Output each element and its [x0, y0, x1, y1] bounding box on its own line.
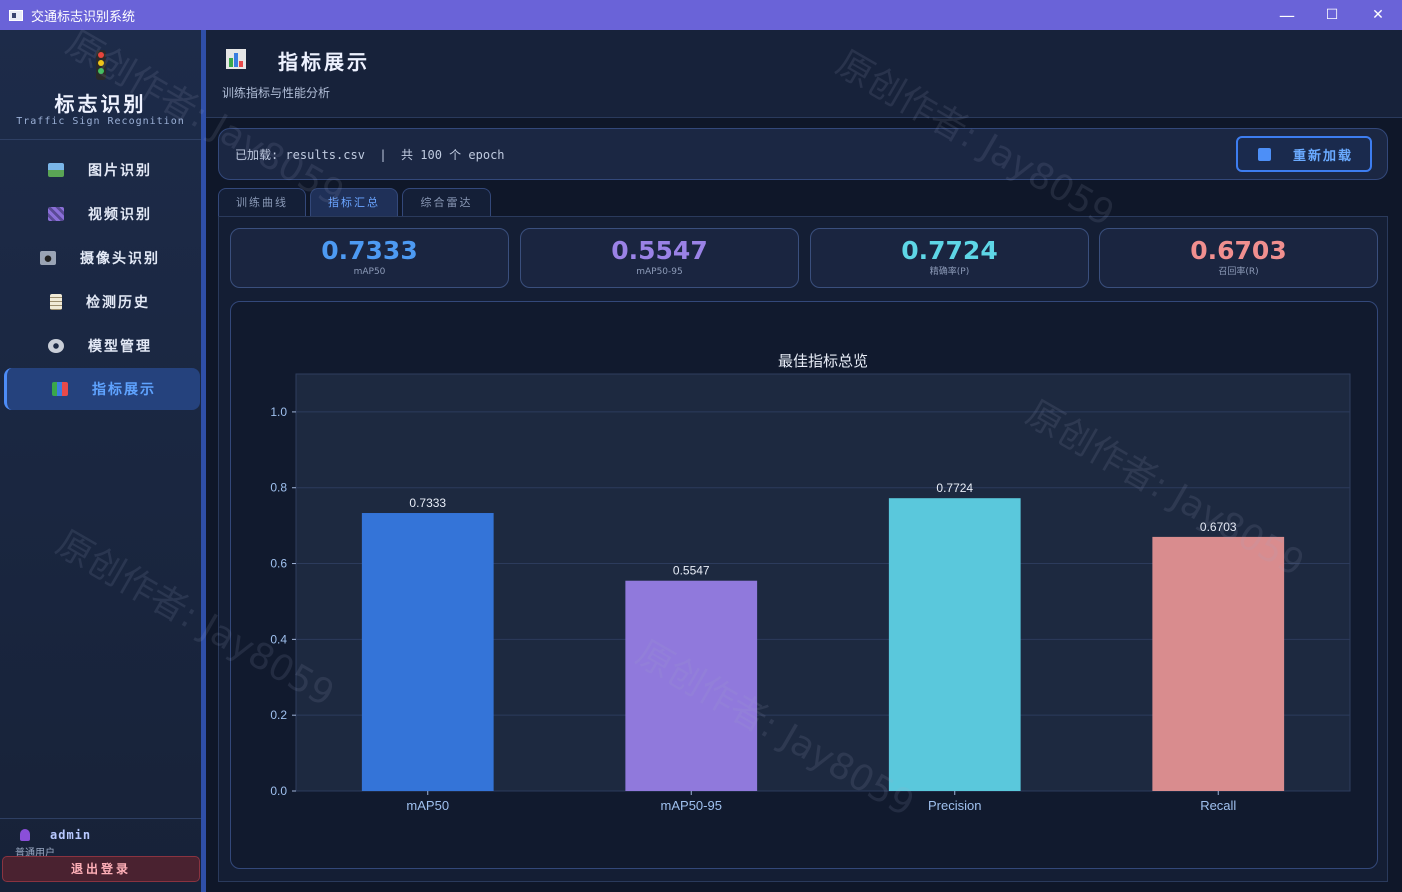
- y-tick-label: 0.0: [270, 784, 287, 798]
- tab-panel: 0.7333 mAP50 0.5547 mAP50-95 0.7724 精确率(…: [218, 216, 1388, 882]
- metric-value: 0.7724: [901, 236, 998, 265]
- x-tick-label: Precision: [928, 798, 981, 813]
- x-tick-label: Recall: [1200, 798, 1236, 813]
- y-tick-label: 0.6: [270, 557, 287, 571]
- metric-value: 0.7333: [321, 236, 418, 265]
- bar-recall: [1152, 536, 1285, 791]
- y-tick-label: 0.8: [270, 481, 287, 495]
- camera-icon: [40, 251, 56, 265]
- clapper-icon: [48, 207, 64, 221]
- x-axis: mAP50 mAP50-95 Precision Recall: [406, 791, 1236, 813]
- refresh-icon: [1258, 147, 1271, 161]
- bar-value-label: 0.6703: [1200, 520, 1237, 534]
- x-tick-label: mAP50: [406, 798, 449, 813]
- chart-container: 最佳指标总览 0.0 0.2 0.4 0.6 0.8 1.0 0.7333 0.5547 0.…: [230, 301, 1378, 869]
- metric-label: mAP50: [353, 267, 386, 277]
- tab-training-curves[interactable]: 训练曲线: [218, 188, 306, 216]
- bar-chart-icon: [226, 49, 246, 69]
- page-subtitle: 训练指标与性能分析: [222, 86, 331, 100]
- reload-button[interactable]: 重新加载: [1236, 136, 1372, 172]
- reload-label: 重新加载: [1293, 148, 1354, 164]
- metric-value: 0.5547: [611, 236, 708, 265]
- sidebar-item-label: 摄像头识别: [80, 251, 160, 267]
- bar-chart: 最佳指标总览 0.0 0.2 0.4 0.6 0.8 1.0 0.7333 0.5547 0.…: [270, 353, 1351, 813]
- app-icon: [9, 9, 23, 21]
- bar-map50-95: [625, 580, 758, 791]
- window-titlebar: 交通标志识别系统 — ☐ ✕: [0, 0, 1402, 30]
- image-icon: [48, 163, 64, 177]
- y-axis: 0.0 0.2 0.4 0.6 0.8 1.0: [270, 405, 296, 798]
- page-title: 指标展示: [278, 50, 370, 74]
- sidebar-item-label: 检测历史: [86, 295, 150, 311]
- sidebar-item-metrics[interactable]: 指标展示: [4, 368, 200, 410]
- sidebar: 标志识别 Traffic Sign Recognition 图片识别 视频识别 …: [0, 30, 206, 892]
- sidebar-item-video-recognition[interactable]: 视频识别: [4, 194, 200, 234]
- bar-value-label: 0.7333: [409, 496, 446, 510]
- y-tick-label: 0.2: [270, 708, 287, 722]
- metric-card-precision: 0.7724 精确率(P): [810, 228, 1089, 288]
- sidebar-item-camera-recognition[interactable]: 摄像头识别: [4, 238, 200, 278]
- chart-title: 最佳指标总览: [778, 353, 868, 370]
- sidebar-item-label: 模型管理: [88, 339, 152, 355]
- file-info-bar: 已加载: results.csv | 共 100 个 epoch 重新加载: [218, 128, 1388, 180]
- page-header: 指标展示 训练指标与性能分析: [206, 30, 1402, 118]
- y-tick-label: 1.0: [270, 405, 287, 419]
- main-content: 指标展示 训练指标与性能分析 已加载: results.csv | 共 100 …: [206, 30, 1402, 892]
- minimize-button[interactable]: —: [1264, 0, 1310, 30]
- logo-title: 标志识别: [54, 92, 147, 116]
- gear-icon: [48, 339, 64, 353]
- bar-value-label: 0.7724: [936, 481, 973, 495]
- sidebar-item-model-management[interactable]: 模型管理: [4, 326, 200, 366]
- bar-precision: [888, 498, 1021, 791]
- metric-label: 召回率(R): [1218, 267, 1259, 277]
- tab-radar[interactable]: 综合雷达: [402, 188, 491, 216]
- logo-subtitle: Traffic Sign Recognition: [16, 116, 185, 127]
- user-name: admin: [50, 828, 92, 842]
- clipboard-icon: [50, 294, 62, 310]
- bar-chart-icon: [52, 382, 68, 396]
- y-tick-label: 0.4: [270, 632, 287, 646]
- maximize-button[interactable]: ☐: [1309, 0, 1355, 30]
- metric-card-map50: 0.7333 mAP50: [230, 228, 509, 288]
- sidebar-logo: 标志识别 Traffic Sign Recognition: [0, 30, 201, 140]
- tab-metrics-summary[interactable]: 指标汇总: [310, 188, 398, 216]
- metric-label: 精确率(P): [929, 267, 970, 277]
- logout-button[interactable]: 退出登录: [2, 856, 200, 882]
- bar-value-label: 0.5547: [673, 564, 710, 578]
- metric-card-recall: 0.6703 召回率(R): [1099, 228, 1378, 288]
- user-area: admin 普通用户 退出登录: [0, 818, 201, 892]
- bar-map50: [361, 513, 494, 791]
- metric-label: mAP50-95: [636, 267, 683, 277]
- sidebar-item-label: 图片识别: [88, 163, 152, 179]
- metric-value: 0.6703: [1190, 236, 1287, 265]
- metric-card-map50-95: 0.5547 mAP50-95: [520, 228, 799, 288]
- window-title: 交通标志识别系统: [31, 9, 136, 25]
- loaded-file-info: 已加载: results.csv | 共 100 个 epoch: [235, 148, 505, 162]
- x-tick-label: mAP50-95: [661, 798, 722, 813]
- traffic-light-icon: [96, 50, 106, 80]
- sidebar-item-image-recognition[interactable]: 图片识别: [4, 150, 200, 190]
- user-icon: [20, 829, 30, 841]
- sidebar-item-label: 指标展示: [92, 382, 156, 398]
- sidebar-item-detection-history[interactable]: 检测历史: [4, 282, 200, 322]
- sidebar-item-label: 视频识别: [88, 207, 152, 223]
- close-button[interactable]: ✕: [1355, 0, 1401, 30]
